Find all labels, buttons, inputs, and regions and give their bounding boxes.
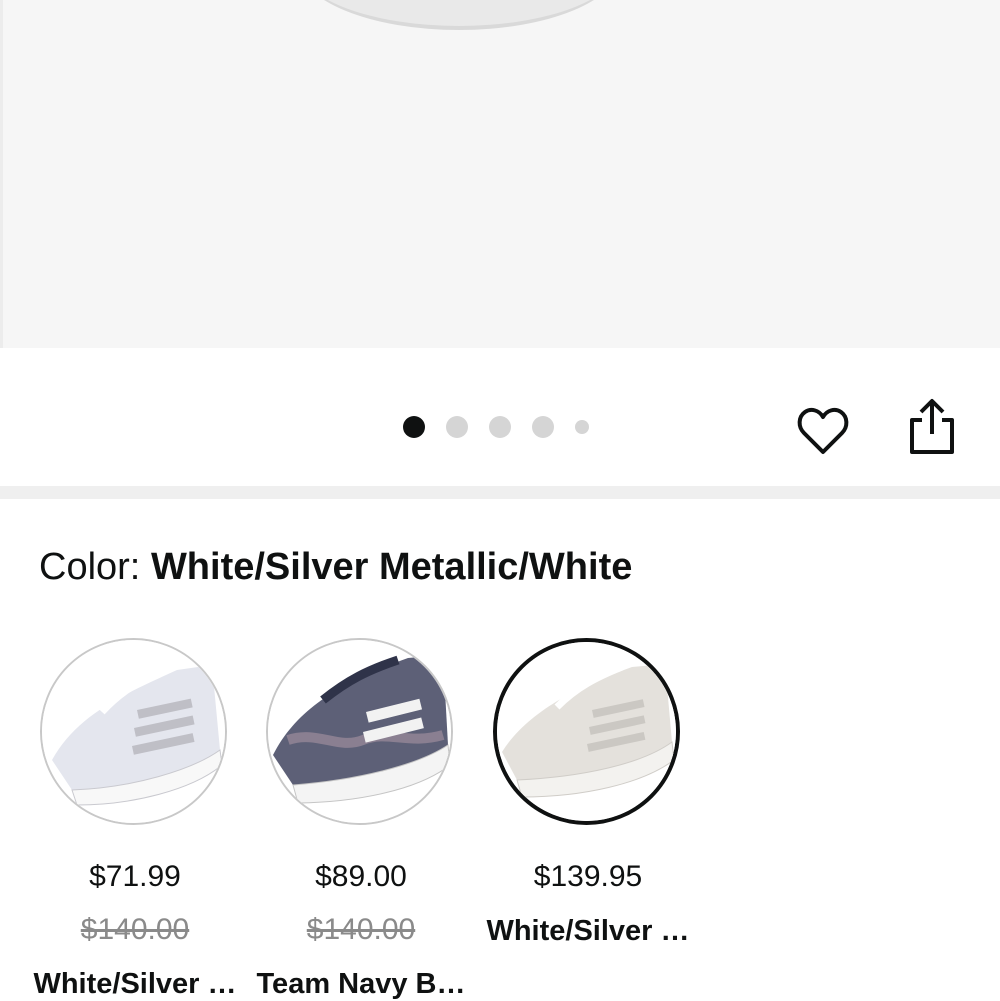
swatch-price: $139.95: [533, 860, 643, 893]
swatch-color-name: White/Silver …: [33, 968, 237, 1000]
color-selection-heading: Color: White/Silver Metallic/White: [39, 546, 632, 589]
swatch-color-name: Team Navy B…: [256, 968, 466, 1000]
swatch-list-price: $140.00: [80, 913, 190, 946]
color-label: Color:: [39, 546, 141, 588]
gallery-pagination[interactable]: [403, 416, 610, 438]
pagination-dot-2[interactable]: [446, 416, 468, 438]
selected-color-value: White/Silver Metallic/White: [150, 546, 633, 588]
swatch-price: $89.00: [315, 860, 407, 893]
swatch-list-price: $140.00: [306, 913, 416, 946]
heart-outline-icon[interactable]: [795, 403, 851, 459]
product-image-shoe-sole: [298, 0, 620, 30]
swatch-thumbnail[interactable]: [40, 638, 227, 825]
pagination-dot-5[interactable]: [575, 420, 589, 434]
share-icon[interactable]: [904, 398, 960, 454]
pagination-dot-3[interactable]: [489, 416, 511, 438]
swatch-thumbnail[interactable]: [266, 638, 453, 825]
swatch-color-name: White/Silver …: [486, 915, 690, 947]
product-image-gallery[interactable]: [0, 0, 1000, 348]
swatch-price: $71.99: [89, 860, 181, 893]
pagination-dot-1[interactable]: [403, 416, 425, 438]
pagination-dot-4[interactable]: [532, 416, 554, 438]
section-divider: [0, 486, 1000, 499]
swatch-thumbnail[interactable]: [493, 638, 680, 825]
gallery-edge: [0, 0, 3, 348]
